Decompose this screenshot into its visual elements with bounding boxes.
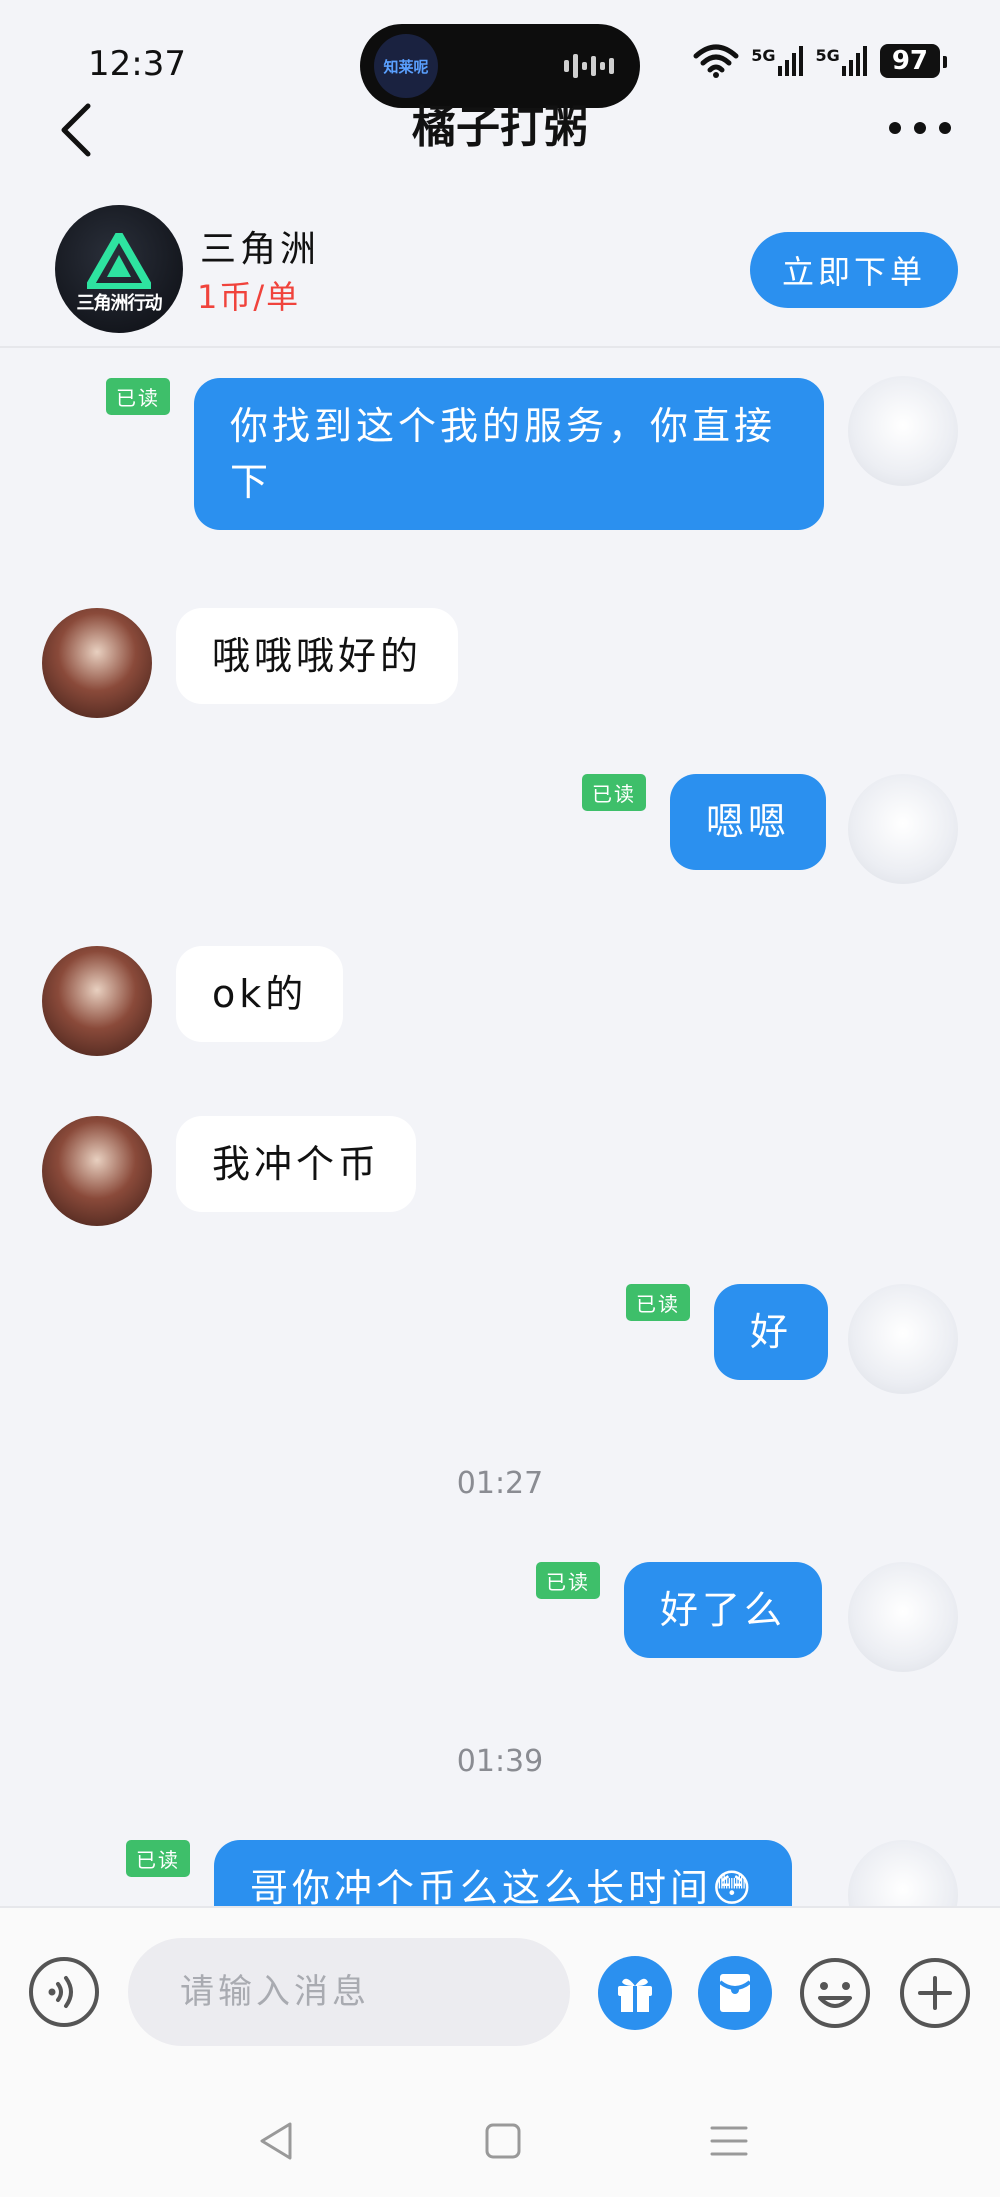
timestamp: 01:39 (456, 1744, 544, 1779)
signal-1: 5G (751, 46, 803, 76)
chat-title: 橘子打粥 (412, 102, 588, 153)
message-row: 已读 嗯嗯 (0, 774, 1000, 894)
emoji-icon[interactable] (798, 1956, 872, 2030)
my-avatar[interactable] (848, 774, 958, 884)
outgoing-bubble[interactable]: 你找到这个我的服务，你直接下 (194, 378, 824, 530)
audio-wave-icon (564, 54, 614, 78)
read-badge: 已读 (126, 1840, 190, 1877)
outgoing-bubble[interactable]: 嗯嗯 (670, 774, 827, 870)
chat-header: 橘子打粥 (0, 100, 1000, 180)
service-name: 三角洲 (200, 229, 321, 270)
plus-icon[interactable] (898, 1956, 972, 2030)
incoming-bubble[interactable]: 我冲个币 (176, 1116, 417, 1212)
my-avatar[interactable] (848, 1840, 958, 1908)
incoming-bubble[interactable]: ok的 (176, 946, 344, 1042)
read-badge: 已读 (582, 774, 646, 811)
message-row: 我冲个币 (0, 1116, 1000, 1236)
logo-text: 三角洲行动 (76, 293, 163, 314)
system-navigation-bar (0, 2086, 1000, 2197)
signal-2: 5G (816, 46, 868, 76)
nav-back-icon[interactable] (252, 2116, 302, 2166)
nav-home-icon[interactable] (478, 2116, 528, 2166)
service-price: 1币/单 (197, 278, 301, 316)
contact-avatar[interactable] (42, 946, 152, 1056)
service-logo: 三角洲行动 (55, 205, 183, 333)
voice-icon[interactable] (28, 1956, 100, 2028)
status-bar: 12:37 知莱呢 5G 5G 97 (0, 0, 1000, 108)
message-list[interactable]: 已读 你找到这个我的服务，你直接下 哦哦哦好的 已读 嗯嗯 ok的 我冲个币 已… (0, 348, 1000, 1908)
outgoing-bubble[interactable]: 好了么 (624, 1562, 823, 1658)
status-time: 12:37 (88, 44, 186, 84)
message-row: 已读 你找到这个我的服务，你直接下 (0, 348, 1000, 548)
dynamic-island[interactable]: 知莱呢 (360, 24, 640, 108)
gift-icon[interactable] (598, 1956, 672, 2030)
red-packet-icon[interactable] (698, 1956, 772, 2030)
message-row: 已读 好了么 (0, 1562, 1000, 1682)
more-dots-icon[interactable] (885, 118, 955, 138)
outgoing-bubble[interactable]: 好 (714, 1284, 829, 1380)
contact-avatar[interactable] (42, 608, 152, 718)
message-row: 已读 好 (0, 1284, 1000, 1404)
signal-bars-icon (841, 46, 867, 76)
incoming-bubble[interactable]: 哦哦哦好的 (176, 608, 459, 704)
my-avatar[interactable] (848, 376, 958, 486)
read-badge: 已读 (536, 1562, 600, 1599)
wifi-icon (693, 44, 739, 78)
battery-indicator: 97 (879, 44, 948, 78)
timestamp: 01:27 (456, 1466, 544, 1501)
message-input[interactable] (128, 1938, 570, 2046)
island-app-icon: 知莱呢 (374, 34, 438, 98)
status-icons: 5G 5G 97 (693, 44, 948, 78)
read-badge: 已读 (106, 378, 170, 415)
contact-avatar[interactable] (42, 1116, 152, 1226)
my-avatar[interactable] (848, 1562, 958, 1672)
message-row: ok的 (0, 946, 1000, 1066)
signal-bars-icon (777, 46, 803, 76)
input-bar (0, 1906, 1000, 2088)
outgoing-bubble[interactable]: 哥你冲个币么这么长时间😳 (214, 1840, 792, 1908)
service-card[interactable]: 三角洲行动 三角洲 1币/单 立即下单 (0, 190, 1000, 348)
triangle-logo-icon (87, 233, 151, 289)
nav-menu-icon[interactable] (704, 2116, 754, 2166)
message-row: 哦哦哦好的 (0, 608, 1000, 728)
read-badge: 已读 (626, 1284, 690, 1321)
order-now-button[interactable]: 立即下单 (750, 232, 958, 308)
my-avatar[interactable] (848, 1284, 958, 1394)
message-row: 已读 哥你冲个币么这么长时间😳 (0, 1840, 1000, 1908)
